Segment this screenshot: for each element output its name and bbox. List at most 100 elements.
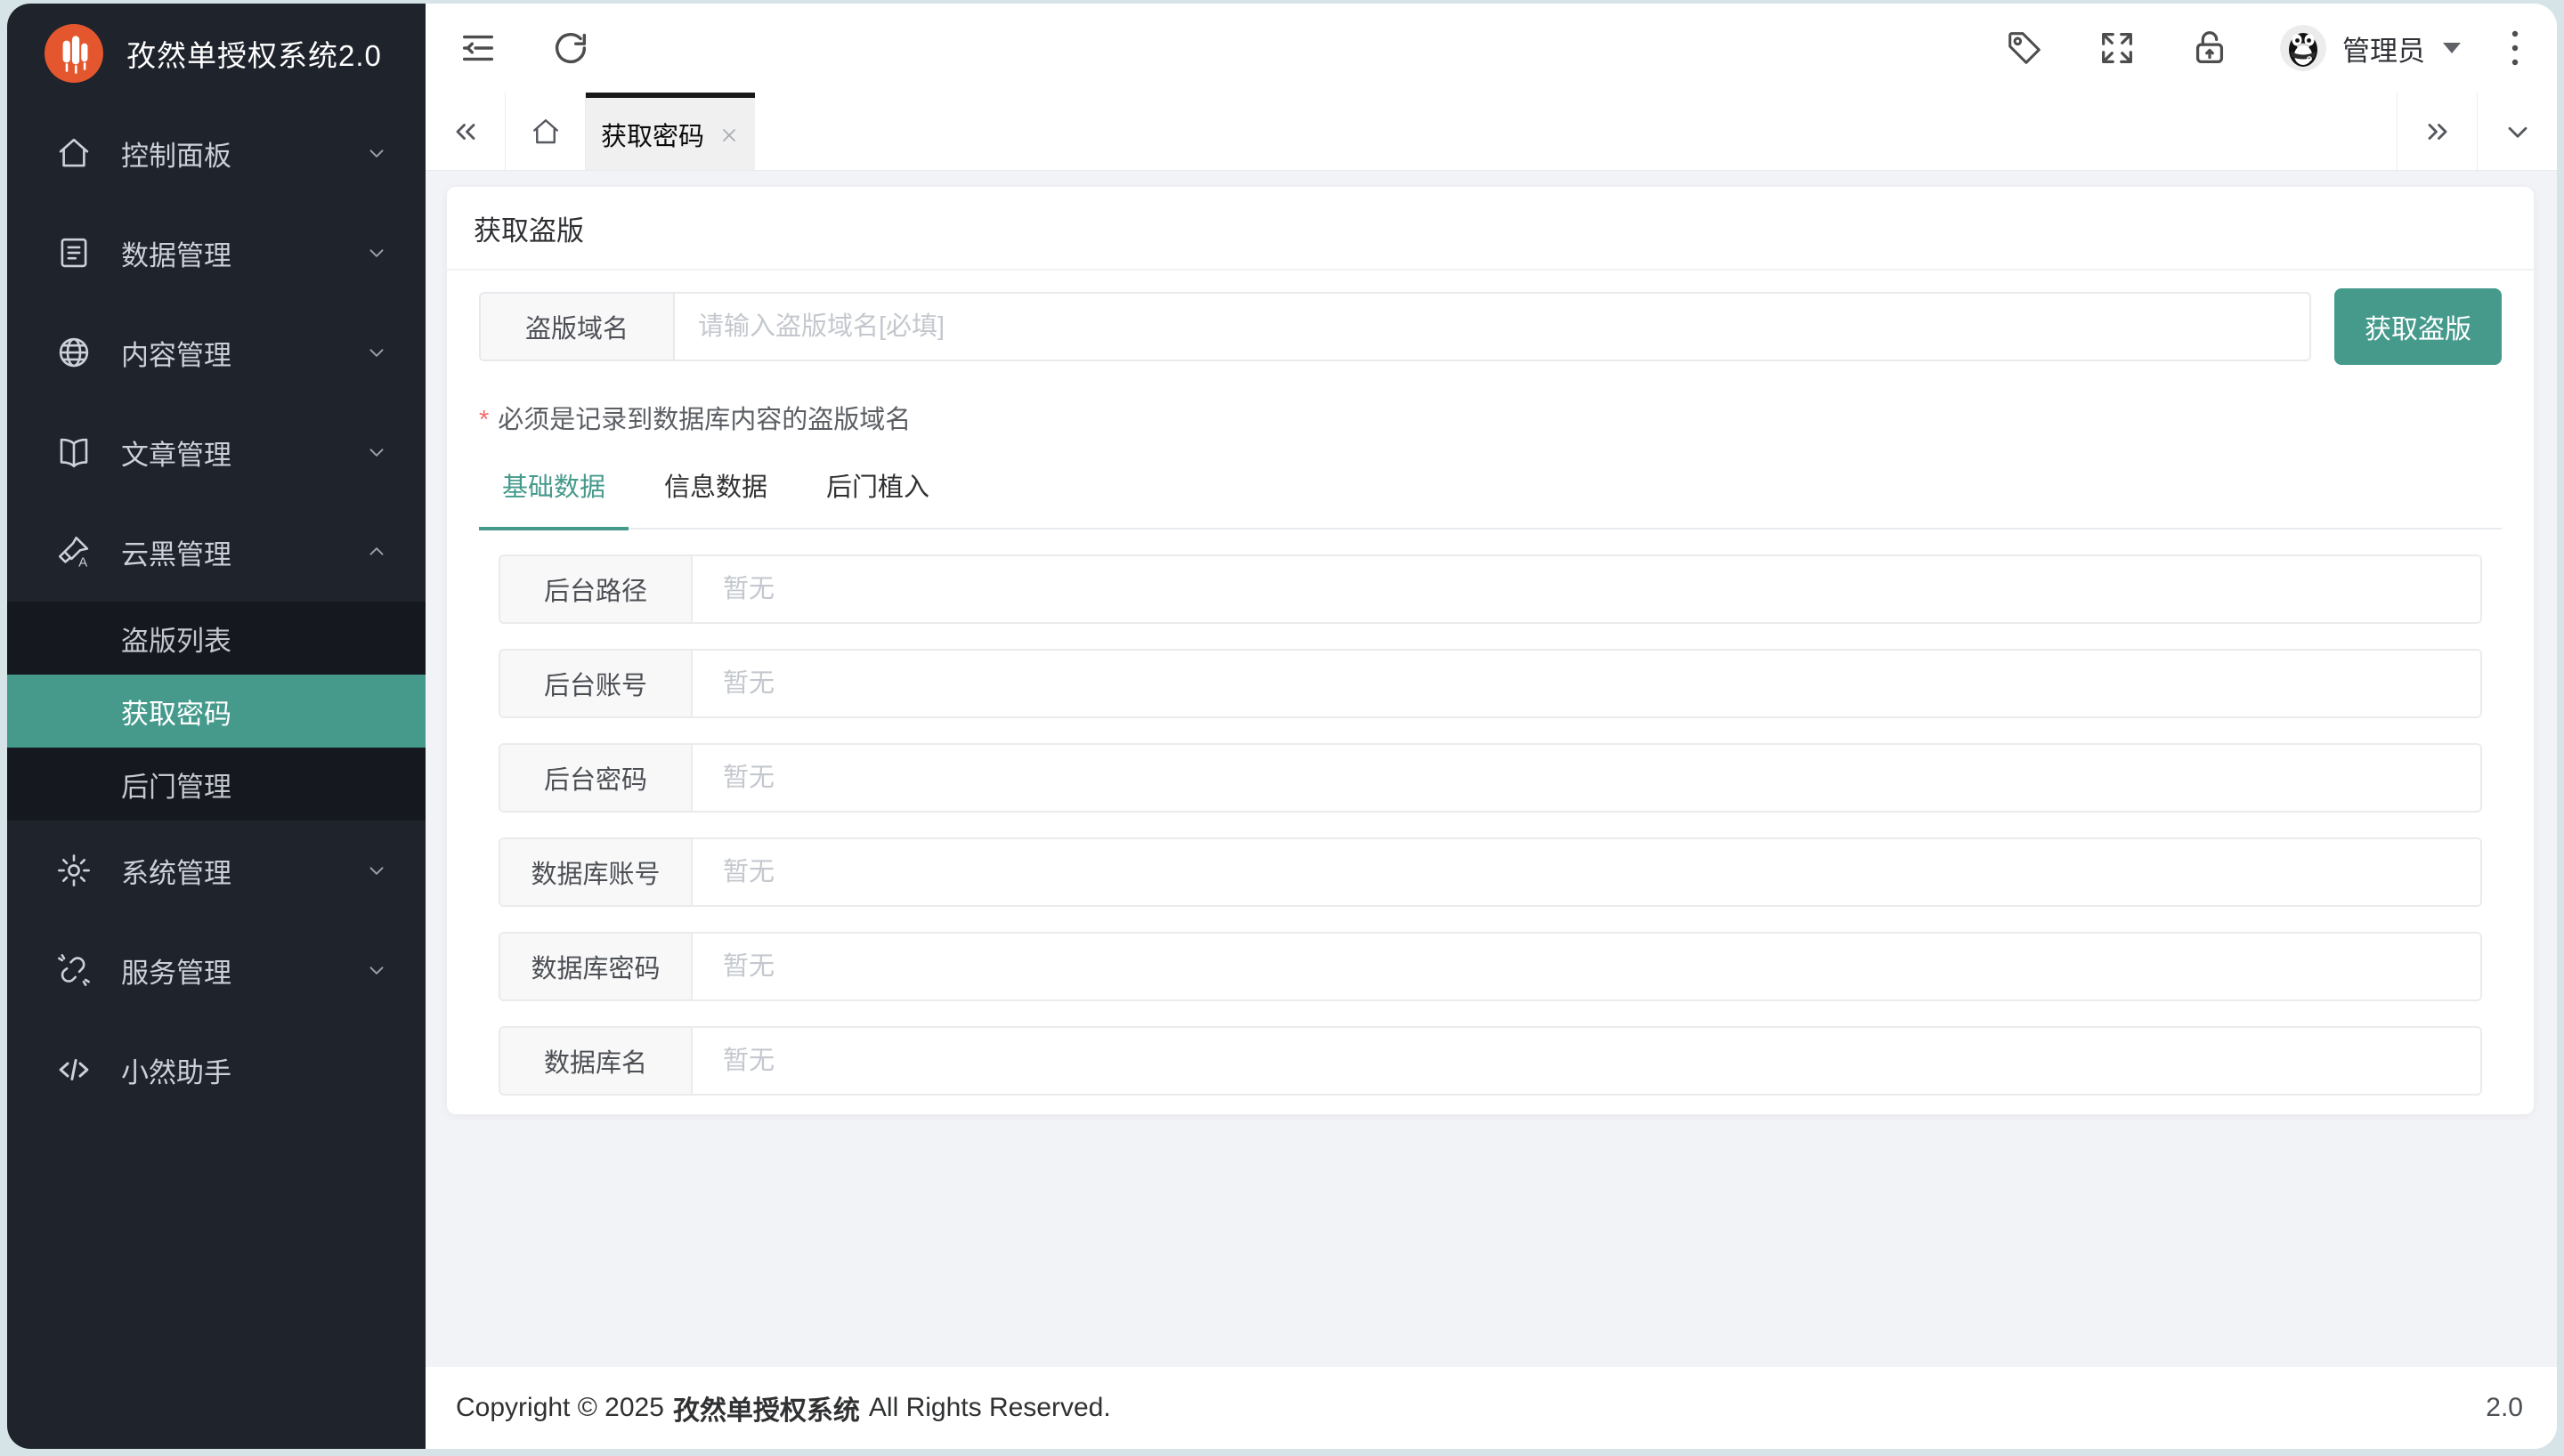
document-icon xyxy=(55,234,93,271)
more-options-button[interactable] xyxy=(2509,28,2521,68)
field-input[interactable] xyxy=(693,745,2480,811)
form-row: 后台密码 xyxy=(499,743,2482,813)
footer: Copyright © 2025 孜然单授权系统 All Rights Rese… xyxy=(426,1367,2557,1449)
tab-close-icon[interactable] xyxy=(718,124,740,145)
main-pane: 管理员 xyxy=(426,4,2557,1449)
field-label: 数据库账号 xyxy=(500,839,693,905)
field-label: 数据库密码 xyxy=(500,934,693,999)
chevron-down-icon xyxy=(365,859,388,882)
sidebar-item[interactable]: 服务管理 xyxy=(7,920,426,1020)
domain-input[interactable] xyxy=(675,294,2309,360)
chevron-down-icon xyxy=(365,959,388,982)
form-row: 数据库密码 xyxy=(499,932,2482,1001)
copyright-prefix: Copyright © 2025 xyxy=(456,1393,664,1423)
tabs-scroll-left-button[interactable] xyxy=(426,93,506,170)
fullscreen-button[interactable] xyxy=(2097,28,2138,69)
user-menu[interactable]: 管理员 xyxy=(2280,25,2463,71)
field-input[interactable] xyxy=(693,839,2480,905)
footer-version: 2.0 xyxy=(2486,1393,2523,1423)
chevron-down-icon xyxy=(365,341,388,364)
domain-input-box: 盗版域名 xyxy=(479,292,2311,361)
get-pirate-button[interactable]: 获取盗版 xyxy=(2334,288,2502,365)
gear-icon xyxy=(55,852,93,889)
tabs-menu-button[interactable] xyxy=(2477,93,2557,170)
field-input[interactable] xyxy=(693,934,2480,999)
chevron-down-icon xyxy=(365,142,388,165)
user-name: 管理员 xyxy=(2342,28,2425,69)
field-input[interactable] xyxy=(693,1028,2480,1094)
sidebar-item[interactable]: 内容管理 xyxy=(7,303,426,402)
chevron-down-icon xyxy=(2502,116,2534,148)
domain-input-group: 盗版域名 获取盗版 xyxy=(479,288,2502,365)
sidebar-item[interactable]: 文章管理 xyxy=(7,402,426,502)
field-label: 后台账号 xyxy=(500,651,693,716)
card-body: 盗版域名 获取盗版 *必须是记录到数据库内容的盗版域名 基础数据信息数据后门植入… xyxy=(447,271,2534,1096)
required-note: *必须是记录到数据库内容的盗版域名 xyxy=(479,399,2502,436)
sidebar-subitem-active[interactable]: 获取密码 xyxy=(7,675,426,748)
app-title: 孜然单授权系统2.0 xyxy=(126,32,382,75)
caret-down-icon xyxy=(2441,41,2463,55)
home-icon xyxy=(530,116,562,148)
tab-active[interactable]: 获取密码 xyxy=(586,93,755,170)
svg-text:A: A xyxy=(78,556,87,570)
card-title: 获取盗版 xyxy=(447,187,2534,271)
sidebar-subitem[interactable]: 后门管理 xyxy=(7,748,426,821)
footer-brand: 孜然单授权系统 xyxy=(673,1388,860,1428)
sidebar-menu: 控制面板数据管理内容管理文章管理 A 云黑管理盗版列表获取密码后门管理系统管理服务管… xyxy=(7,103,426,1449)
chevron-down-icon xyxy=(365,241,388,264)
field-label: 数据库名 xyxy=(500,1028,693,1094)
tabs-scroll-right-button[interactable] xyxy=(2397,93,2477,170)
home-tab[interactable] xyxy=(506,93,586,170)
field-list: 后台路径后台账号后台密码数据库账号数据库密码数据库名 xyxy=(499,554,2482,1096)
sidebar-item-label: 小然助手 xyxy=(121,1050,388,1090)
sidebar-item-label: 内容管理 xyxy=(121,333,365,373)
field-input[interactable] xyxy=(693,651,2480,716)
field-label: 后台密码 xyxy=(500,745,693,811)
lock-button[interactable] xyxy=(2189,28,2230,69)
brush-icon: A xyxy=(55,533,93,570)
sidebar-item-label: 文章管理 xyxy=(121,433,365,473)
unlink-icon xyxy=(55,951,93,989)
domain-label: 盗版域名 xyxy=(481,294,675,360)
code-icon xyxy=(55,1051,93,1088)
book-icon xyxy=(55,433,93,471)
app-logo-icon xyxy=(45,24,103,83)
pirate-card: 获取盗版 盗版域名 获取盗版 *必须是记录到数据库内容的盗版域名 基础数据信息数… xyxy=(447,187,2534,1114)
sidebar-item[interactable]: 控制面板 xyxy=(7,103,426,203)
form-row: 数据库账号 xyxy=(499,837,2482,907)
sidebar-submenu: 盗版列表获取密码后门管理 xyxy=(7,602,426,821)
form-row: 数据库名 xyxy=(499,1026,2482,1096)
form-row: 后台路径 xyxy=(499,554,2482,624)
tab-active-label: 获取密码 xyxy=(601,116,704,153)
field-input[interactable] xyxy=(693,556,2480,622)
required-star: * xyxy=(479,406,489,434)
double-chevron-right-icon xyxy=(2422,116,2454,148)
chevron-up-icon xyxy=(365,540,388,563)
sidebar: 孜然单授权系统2.0 控制面板数据管理内容管理文章管理 A 云黑管理盗版列表获取密码… xyxy=(7,4,426,1449)
topbar: 管理员 xyxy=(426,4,2557,93)
content-area: 获取盗版 盗版域名 获取盗版 *必须是记录到数据库内容的盗版域名 基础数据信息数… xyxy=(426,171,2557,1367)
app-window: 孜然单授权系统2.0 控制面板数据管理内容管理文章管理A云黑管理盗版列表获取密码… xyxy=(7,4,2557,1449)
sidebar-item[interactable]: A 云黑管理 xyxy=(7,502,426,602)
field-label: 后台路径 xyxy=(500,556,693,622)
tabbar: 获取密码 xyxy=(426,93,2557,171)
sidebar-item[interactable]: 系统管理 xyxy=(7,821,426,920)
data-tab[interactable]: 基础数据 xyxy=(479,466,629,530)
refresh-button[interactable] xyxy=(550,28,591,69)
data-tabs: 基础数据信息数据后门植入 xyxy=(479,466,2502,530)
double-chevron-left-icon xyxy=(450,116,482,148)
sidebar-item[interactable]: 数据管理 xyxy=(7,203,426,303)
sidebar-item-label: 系统管理 xyxy=(121,851,365,891)
sidebar-subitem[interactable]: 盗版列表 xyxy=(7,602,426,675)
tag-button[interactable] xyxy=(2004,28,2045,69)
sidebar-item-label: 云黑管理 xyxy=(121,532,365,572)
chevron-down-icon xyxy=(365,441,388,464)
home-icon xyxy=(55,134,93,172)
globe-icon xyxy=(55,334,93,371)
data-tab[interactable]: 后门植入 xyxy=(803,466,953,530)
sidebar-item-label: 数据管理 xyxy=(121,233,365,273)
sidebar-item[interactable]: 小然助手 xyxy=(7,1020,426,1120)
collapse-sidebar-button[interactable] xyxy=(458,28,499,69)
user-avatar xyxy=(2280,25,2326,71)
data-tab[interactable]: 信息数据 xyxy=(641,466,791,530)
